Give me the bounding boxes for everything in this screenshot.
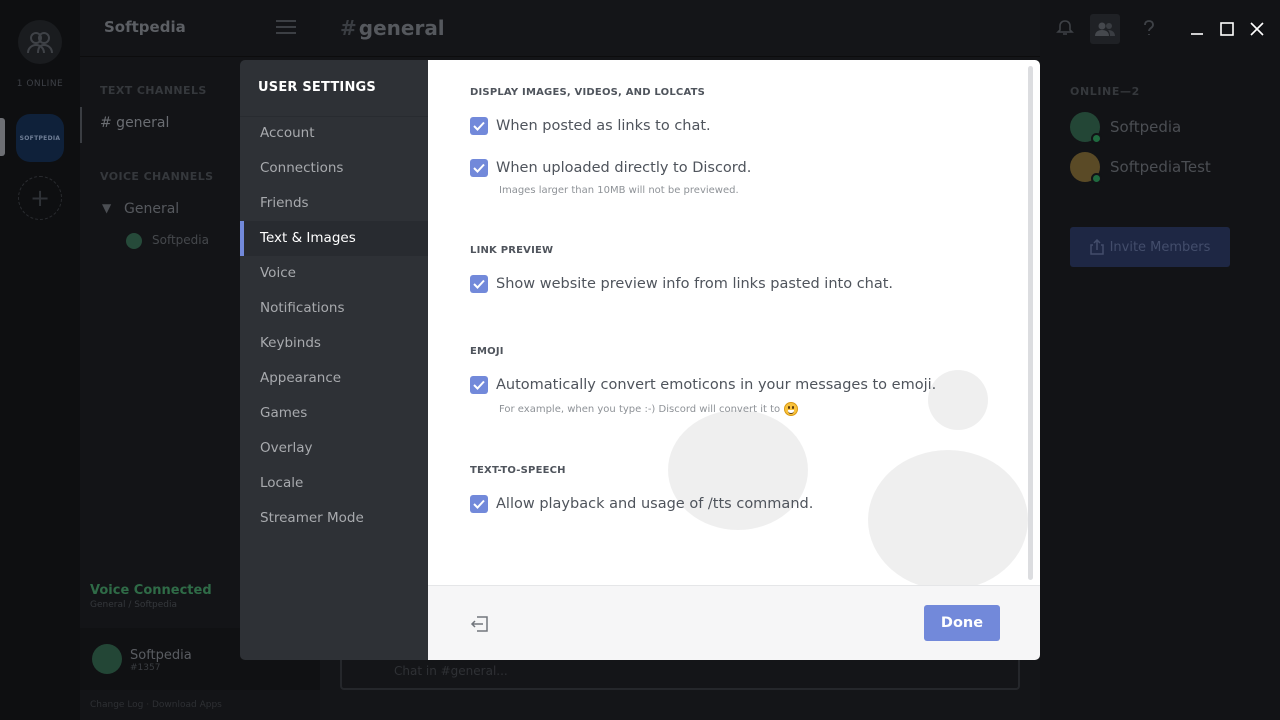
option-link-preview[interactable]: Show website preview info from links pas… (470, 274, 893, 294)
settings-sidebar: USER SETTINGS Account Connections Friend… (240, 60, 428, 660)
invite-members-label: Invite Members (1109, 239, 1211, 255)
hint-text: For example, when you type :-) Discord w… (499, 403, 781, 415)
checkmark-icon (473, 380, 485, 390)
hint-emoji-example: For example, when you type :-) Discord w… (499, 402, 799, 416)
settings-nav-connections[interactable]: Connections (240, 151, 428, 186)
server-name[interactable]: Softpedia (104, 18, 186, 36)
settings-nav-appearance[interactable]: Appearance (240, 361, 428, 396)
user-tag: #1357 (130, 663, 161, 673)
settings-nav-keybinds[interactable]: Keybinds (240, 326, 428, 361)
member-name: SoftpediaTest (1110, 158, 1211, 176)
checkbox-emoji-convert[interactable] (470, 376, 488, 394)
hint-text: Images larger than 10MB will not be prev… (499, 185, 739, 196)
option-label: When uploaded directly to Discord. (496, 160, 752, 176)
online-header: ONLINE—2 (1070, 85, 1140, 98)
checkbox-link-preview[interactable] (470, 275, 488, 293)
voice-user-name[interactable]: Softpedia (152, 233, 209, 247)
member-name: Softpedia (1110, 118, 1182, 136)
share-icon (1089, 239, 1104, 255)
voice-connected-status: Voice Connected (90, 583, 212, 598)
option-display-uploads[interactable]: When uploaded directly to Discord. (470, 158, 751, 178)
settings-nav-voice[interactable]: Voice (240, 256, 428, 291)
channel-title: # general (340, 16, 445, 40)
settings-nav-overlay[interactable]: Overlay (240, 431, 428, 466)
close-icon[interactable] (1242, 14, 1272, 44)
voice-user-avatar (126, 233, 142, 249)
settings-content: DISPLAY IMAGES, VIDEOS, AND LOLCATS When… (428, 60, 1040, 585)
divider (320, 56, 1040, 57)
checkbox-display-uploads[interactable] (470, 159, 488, 177)
user-settings-modal: USER SETTINGS Account Connections Friend… (240, 60, 1040, 660)
settings-nav-notifications[interactable]: Notifications (240, 291, 428, 326)
user-name: Softpedia (130, 648, 192, 663)
bell-icon[interactable] (1055, 18, 1075, 38)
online-status-dot (1091, 173, 1102, 184)
settings-nav-streamer-mode[interactable]: Streamer Mode (240, 501, 428, 536)
checkmark-icon (473, 121, 485, 131)
minimize-icon[interactable] (1182, 14, 1212, 44)
settings-nav-text-images[interactable]: Text & Images (240, 221, 428, 256)
settings-nav: Account Connections Friends Text & Image… (240, 116, 428, 536)
channel-title-text: general (358, 16, 445, 40)
option-label: Allow playback and usage of /tts command… (496, 496, 814, 512)
divider (80, 56, 320, 57)
online-status-dot (1091, 133, 1102, 144)
option-tts[interactable]: Allow playback and usage of /tts command… (470, 494, 813, 514)
scrollbar[interactable] (1028, 66, 1033, 580)
hash-symbol: # (340, 16, 357, 40)
hint-image-size: Images larger than 10MB will not be prev… (499, 185, 739, 196)
member-list: ONLINE—2 Softpedia SoftpediaTest Invite … (1040, 0, 1280, 720)
friends-icon (27, 32, 53, 54)
settings-footer: Done (428, 585, 1040, 660)
settings-nav-locale[interactable]: Locale (240, 466, 428, 501)
online-count: 1 ONLINE (16, 79, 64, 89)
section-heading-link-preview: LINK PREVIEW (470, 245, 554, 256)
add-server-button[interactable]: + (18, 176, 62, 220)
settings-nav-friends[interactable]: Friends (240, 186, 428, 221)
option-label: Show website preview info from links pas… (496, 276, 894, 292)
server-sidebar: 1 ONLINE SOFTPEDIA + (0, 0, 80, 720)
section-heading-display-images: DISPLAY IMAGES, VIDEOS, AND LOLCATS (470, 87, 706, 98)
checkmark-icon (473, 499, 485, 509)
smiley-emoji-icon (784, 402, 799, 416)
done-button[interactable]: Done (924, 605, 1000, 641)
members-toggle-icon[interactable] (1090, 14, 1120, 44)
section-heading-emoji: EMOJI (470, 346, 504, 357)
server-icon-softpedia[interactable]: SOFTPEDIA (16, 114, 64, 162)
option-label: Automatically convert emoticons in your … (496, 377, 937, 393)
section-heading-tts: TEXT-TO-SPEECH (470, 465, 566, 476)
checkmark-icon (473, 163, 485, 173)
settings-nav-games[interactable]: Games (240, 396, 428, 431)
checkbox-tts[interactable] (470, 495, 488, 513)
bottom-links[interactable]: Change Log · Download Apps (90, 700, 222, 710)
chevron-down-icon[interactable]: ▼ (102, 201, 111, 215)
channel-general[interactable]: # general (100, 115, 169, 131)
text-channels-category[interactable]: TEXT CHANNELS (100, 84, 207, 97)
channel-active-indicator (80, 107, 82, 143)
voice-connected-sub: General / Softpedia (90, 600, 177, 610)
voice-channel-general[interactable]: General (124, 201, 179, 217)
avatar[interactable] (92, 644, 122, 674)
option-emoji-convert[interactable]: Automatically convert emoticons in your … (470, 375, 936, 395)
voice-channels-category[interactable]: VOICE CHANNELS (100, 170, 213, 183)
settings-title: USER SETTINGS (258, 80, 376, 95)
option-display-links[interactable]: When posted as links to chat. (470, 116, 711, 136)
invite-members-button[interactable]: Invite Members (1070, 227, 1230, 267)
hamburger-menu-icon[interactable] (276, 20, 296, 36)
message-input-placeholder: Chat in #general... (394, 664, 508, 678)
logout-icon[interactable] (470, 614, 490, 634)
option-label: When posted as links to chat. (496, 118, 711, 134)
settings-nav-account[interactable]: Account (240, 116, 428, 151)
server-selected-pill (0, 118, 5, 156)
help-icon[interactable] (1139, 18, 1159, 38)
checkmark-icon (473, 279, 485, 289)
checkbox-display-links[interactable] (470, 117, 488, 135)
friends-home-button[interactable] (18, 20, 62, 64)
maximize-icon[interactable] (1212, 14, 1242, 44)
